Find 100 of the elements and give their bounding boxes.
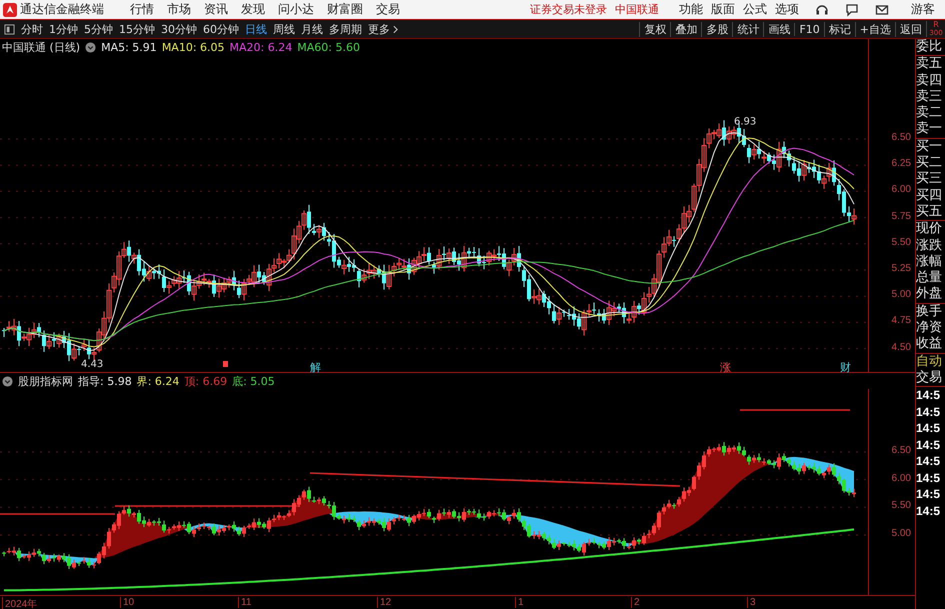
price-tick: 5.00 bbox=[892, 528, 911, 539]
indicator-name: 股朋指标网 bbox=[18, 374, 73, 388]
quote-label: 卖三 bbox=[916, 88, 943, 105]
quote-label: 买一 bbox=[916, 138, 943, 156]
date-tick: 11 bbox=[238, 597, 252, 608]
toolbar-button[interactable]: 返回 bbox=[895, 22, 926, 36]
toolbar-button[interactable]: 叠加 bbox=[670, 22, 702, 36]
corner-letter: R bbox=[933, 21, 939, 29]
trade-time: 14:5 bbox=[916, 470, 942, 486]
ma-value: MA5: 5.91 bbox=[101, 40, 157, 54]
toolbar-button[interactable]: 统计 bbox=[732, 22, 764, 36]
trade-time: 14:5 bbox=[916, 420, 942, 437]
price-tick: 6.25 bbox=[892, 158, 911, 170]
chevron-down-icon[interactable] bbox=[85, 42, 96, 52]
period-tab[interactable]: 1分钟 bbox=[49, 22, 78, 36]
quote-label: 买二 bbox=[916, 155, 943, 172]
indicator-value: 顶: 6.69 bbox=[184, 374, 228, 388]
price-tick: 6.50 bbox=[892, 445, 911, 456]
quote-label: 卖四 bbox=[916, 72, 943, 89]
toolbar-button[interactable]: 复权 bbox=[639, 22, 670, 36]
period-tab[interactable]: 分时 bbox=[21, 22, 43, 36]
panel-toggle-icon[interactable] bbox=[4, 24, 15, 34]
event-marker[interactable]: 涨 bbox=[720, 361, 731, 373]
indicator-value: 底: 5.05 bbox=[232, 374, 275, 388]
toolbar-button[interactable]: +自选 bbox=[854, 22, 895, 36]
period-tab[interactable]: 日线 bbox=[245, 22, 267, 36]
toolbar-button[interactable]: 多股 bbox=[701, 22, 732, 36]
login-status[interactable]: 证券交易未登录 bbox=[530, 2, 607, 17]
high-price-label: 6.93 bbox=[734, 116, 756, 128]
trade-time: 14:5 bbox=[916, 387, 942, 404]
date-tick: 12 bbox=[377, 597, 392, 608]
quote-label: 买三 bbox=[916, 171, 943, 188]
toolbar-button[interactable]: F10 bbox=[794, 22, 824, 36]
menu-item[interactable]: 发现 bbox=[241, 1, 265, 18]
quote-label: 买四 bbox=[916, 188, 943, 204]
stock-name: 中国联通 bbox=[615, 2, 659, 17]
date-tick: 3 bbox=[747, 597, 756, 608]
quote-label: 换手 bbox=[916, 304, 943, 320]
event-marker[interactable]: 财 bbox=[840, 361, 851, 373]
toolbar-button[interactable]: 标记 bbox=[824, 22, 855, 36]
chart-title: 中国联通 (日线) bbox=[2, 40, 80, 54]
period-tab[interactable]: 月线 bbox=[301, 22, 323, 36]
date-tick: 2024年 bbox=[2, 597, 38, 609]
menu-item[interactable]: 交易 bbox=[376, 1, 400, 18]
indicator-value: 界: 6.24 bbox=[136, 374, 180, 388]
menu-item[interactable]: 公式 bbox=[743, 1, 767, 18]
trade-time: 14:5 bbox=[916, 436, 942, 454]
price-tick: 5.00 bbox=[892, 289, 911, 300]
menu-item[interactable]: 选项 bbox=[775, 1, 799, 18]
low-price-label: 4.43 bbox=[81, 359, 104, 370]
price-tick: 4.75 bbox=[892, 315, 911, 326]
trade-tab[interactable]: 交易 bbox=[916, 370, 945, 386]
menu-item[interactable]: 问小达 bbox=[278, 1, 314, 18]
price-tick: 5.25 bbox=[892, 263, 911, 274]
menu-item[interactable]: 市场 bbox=[167, 1, 191, 18]
headset-icon[interactable] bbox=[815, 2, 829, 16]
period-tab[interactable]: 多周期 bbox=[329, 22, 362, 36]
period-tab[interactable]: 15分钟 bbox=[119, 22, 155, 36]
indicator-value: 指导: 5.98 bbox=[78, 374, 132, 388]
quote-label: 现价 bbox=[916, 221, 943, 238]
chevron-down-icon[interactable] bbox=[2, 376, 13, 386]
period-tab[interactable]: 5分钟 bbox=[84, 22, 113, 36]
quote-label: 卖二 bbox=[916, 105, 943, 121]
event-marker[interactable]: 解 bbox=[310, 361, 321, 373]
chat-icon[interactable] bbox=[845, 2, 859, 16]
trade-time: 14:5 bbox=[916, 486, 942, 503]
date-tick: 1 bbox=[515, 597, 524, 608]
app-title: 通达信金融终端 bbox=[20, 1, 105, 18]
ma-value: MA10: 6.05 bbox=[162, 40, 225, 54]
mail-icon[interactable] bbox=[875, 2, 889, 16]
quote-label: 涨跌 bbox=[916, 238, 943, 254]
quote-label: 卖一 bbox=[916, 121, 943, 138]
chevron-right-icon bbox=[393, 24, 398, 34]
app-logo-icon bbox=[3, 2, 17, 16]
quote-label: 总量 bbox=[916, 270, 943, 286]
period-tab[interactable]: 60分钟 bbox=[203, 22, 239, 36]
ma-value: MA20: 6.24 bbox=[230, 40, 292, 54]
toolbar-button[interactable]: 画线 bbox=[763, 22, 794, 36]
quote-label: 外盘 bbox=[916, 286, 943, 303]
period-tab[interactable]: 周线 bbox=[273, 22, 295, 36]
quote-label: 委比 bbox=[916, 39, 943, 56]
user-label[interactable]: 游客 bbox=[911, 1, 935, 18]
more-button[interactable]: 更多 bbox=[368, 22, 390, 36]
price-tick: 5.75 bbox=[892, 210, 911, 222]
price-tick: 5.50 bbox=[892, 500, 911, 512]
ma-value: MA60: 5.60 bbox=[297, 40, 360, 54]
date-tick: 2 bbox=[631, 597, 640, 608]
trade-time: 14:5 bbox=[916, 453, 942, 470]
trade-tab[interactable]: 自动 bbox=[916, 354, 945, 370]
quote-label: 涨幅 bbox=[916, 254, 943, 270]
menu-item[interactable]: 资讯 bbox=[204, 1, 228, 18]
quote-label: 净资 bbox=[916, 320, 943, 336]
period-tab[interactable]: 30分钟 bbox=[161, 22, 197, 36]
price-tick: 6.00 bbox=[892, 472, 911, 484]
menu-item[interactable]: 版面 bbox=[711, 1, 735, 18]
menu-item[interactable]: 行情 bbox=[130, 1, 154, 18]
quote-label: 卖五 bbox=[916, 56, 943, 73]
menu-item[interactable]: 功能 bbox=[679, 1, 703, 18]
menu-item[interactable]: 财富圈 bbox=[327, 1, 363, 18]
date-tick: 10 bbox=[120, 597, 134, 608]
